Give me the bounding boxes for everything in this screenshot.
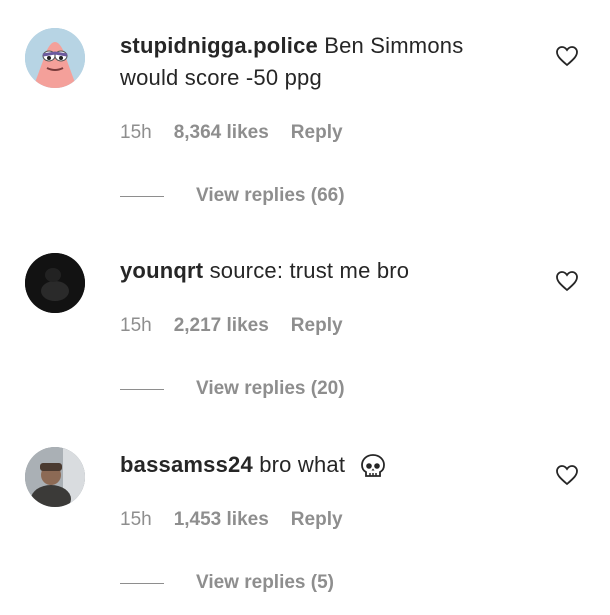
- patrick-star-avatar-icon: [25, 28, 85, 88]
- replies-divider: [120, 388, 164, 390]
- comment-meta: 15h 2,217 likes Reply: [120, 315, 343, 337]
- dark-photo-avatar-icon: [25, 253, 85, 313]
- skull-emoji-icon: [360, 454, 385, 478]
- comment-text: stupidnigga.police Ben Simmons would sco…: [120, 30, 520, 94]
- like-count[interactable]: 8,364 likes: [174, 122, 269, 144]
- comment-username[interactable]: younqrt: [120, 258, 203, 283]
- comment-timestamp: 15h: [120, 315, 152, 336]
- view-replies-row: View replies (5): [120, 572, 334, 594]
- heart-icon[interactable]: [555, 269, 579, 293]
- heart-icon[interactable]: [555, 463, 579, 487]
- avatar[interactable]: [25, 447, 85, 507]
- view-replies-button[interactable]: View replies (66): [196, 185, 345, 207]
- view-replies-row: View replies (66): [120, 185, 345, 207]
- comment-item: younqrt source: trust me bro 15h 2,217 l…: [0, 225, 610, 419]
- reply-button[interactable]: Reply: [291, 509, 343, 531]
- view-replies-button[interactable]: View replies (20): [196, 378, 345, 400]
- comment-body: source: trust me bro: [209, 258, 410, 283]
- comment-meta: 15h 1,453 likes Reply: [120, 509, 343, 531]
- like-count[interactable]: 1,453 likes: [174, 509, 269, 531]
- heart-icon[interactable]: [555, 44, 579, 68]
- comment-body: bro what: [259, 452, 346, 477]
- comment-text: bassamss24 bro what: [120, 449, 520, 481]
- comment-item: bassamss24 bro what 15h 1,453 likes Repl…: [0, 419, 610, 613]
- replies-divider: [120, 195, 164, 197]
- person-photo-avatar-icon: [25, 447, 85, 507]
- like-count[interactable]: 2,217 likes: [174, 315, 269, 337]
- comment-timestamp: 15h: [120, 122, 152, 143]
- reply-button[interactable]: Reply: [291, 122, 343, 144]
- comment-username[interactable]: stupidnigga.police: [120, 33, 318, 58]
- avatar[interactable]: [25, 28, 85, 88]
- avatar[interactable]: [25, 253, 85, 313]
- comment-timestamp: 15h: [120, 509, 152, 530]
- reply-button[interactable]: Reply: [291, 315, 343, 337]
- comment-item: stupidnigga.police Ben Simmons would sco…: [0, 0, 610, 206]
- comment-username[interactable]: bassamss24: [120, 452, 253, 477]
- view-replies-button[interactable]: View replies (5): [196, 572, 334, 594]
- replies-divider: [120, 582, 164, 584]
- comment-meta: 15h 8,364 likes Reply: [120, 122, 343, 144]
- comment-text: younqrt source: trust me bro: [120, 255, 520, 287]
- view-replies-row: View replies (20): [120, 378, 345, 400]
